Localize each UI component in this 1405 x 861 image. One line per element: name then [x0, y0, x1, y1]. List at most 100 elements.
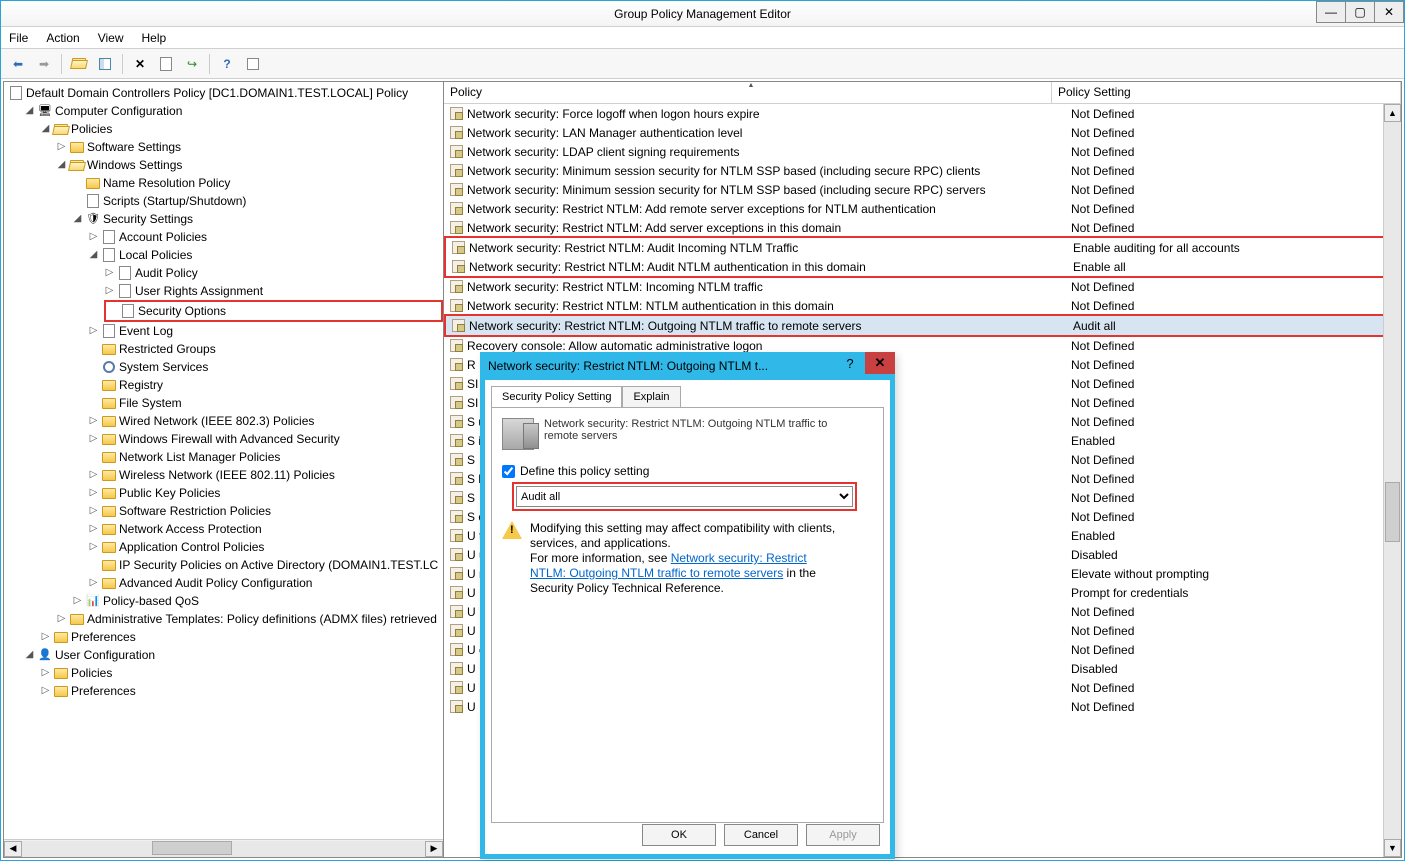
- show-hide-tree-button[interactable]: [94, 53, 116, 75]
- tree-preferences[interactable]: ▷Preferences: [40, 628, 443, 646]
- tree[interactable]: Default Domain Controllers Policy [DC1.D…: [4, 82, 443, 839]
- tree-windows-firewall[interactable]: ▷Windows Firewall with Advanced Security: [88, 430, 443, 448]
- collapse-icon[interactable]: ◢: [24, 650, 35, 661]
- titlebar[interactable]: Group Policy Management Editor — ▢ ✕: [1, 1, 1404, 27]
- tree-advanced-audit[interactable]: ▷Advanced Audit Policy Configuration: [88, 574, 443, 592]
- tab-security-policy-setting[interactable]: Security Policy Setting: [491, 386, 622, 407]
- scroll-track[interactable]: [22, 841, 425, 857]
- list-row[interactable]: Network security: Minimum session securi…: [444, 161, 1401, 180]
- cancel-button[interactable]: Cancel: [724, 824, 798, 846]
- maximize-button[interactable]: ▢: [1345, 1, 1375, 23]
- dialog-titlebar[interactable]: Network security: Restrict NTLM: Outgoin…: [480, 352, 895, 380]
- close-button[interactable]: ✕: [1374, 1, 1404, 23]
- scroll-right-button[interactable]: ▶: [425, 841, 443, 857]
- tree-event-log[interactable]: ▷Event Log: [88, 322, 443, 340]
- tree-account-policies[interactable]: ▷Account Policies: [88, 228, 443, 246]
- tree-policy-based-qos[interactable]: ▷📊Policy-based QoS: [72, 592, 443, 610]
- menu-action[interactable]: Action: [46, 31, 79, 45]
- expand-icon[interactable]: ▷: [56, 142, 67, 153]
- dialog-help-button[interactable]: ?: [835, 352, 865, 374]
- menu-file[interactable]: File: [9, 31, 28, 45]
- minimize-button[interactable]: —: [1316, 1, 1346, 23]
- list-row[interactable]: Network security: Restrict NTLM: NTLM au…: [444, 296, 1401, 315]
- tree-file-system[interactable]: File System: [88, 394, 443, 412]
- tree-security-settings[interactable]: ◢🛡Security Settings: [72, 210, 443, 228]
- list-row[interactable]: Network security: LDAP client signing re…: [444, 142, 1401, 161]
- list-row[interactable]: Network security: Restrict NTLM: Audit I…: [446, 238, 1389, 257]
- collapse-icon[interactable]: ◢: [40, 124, 51, 135]
- help-button[interactable]: ?: [216, 53, 238, 75]
- properties-button[interactable]: [155, 53, 177, 75]
- list-row[interactable]: Network security: Restrict NTLM: Add rem…: [444, 199, 1401, 218]
- tree-computer-configuration[interactable]: ◢🖥Computer Configuration: [24, 102, 443, 120]
- filter-button[interactable]: [242, 53, 264, 75]
- tree-system-services[interactable]: System Services: [88, 358, 443, 376]
- tree-user-policies[interactable]: ▷Policies: [40, 664, 443, 682]
- scroll-up-button[interactable]: ▲: [1384, 104, 1401, 122]
- scroll-track[interactable]: [1384, 122, 1401, 839]
- tree-name-resolution-policy[interactable]: Name Resolution Policy: [72, 174, 443, 192]
- expand-icon[interactable]: ▷: [88, 488, 99, 499]
- tree-registry[interactable]: Registry: [88, 376, 443, 394]
- policy-value-select[interactable]: Audit all: [516, 486, 853, 507]
- menu-view[interactable]: View: [98, 31, 124, 45]
- tree-security-options[interactable]: Security Options: [104, 300, 443, 322]
- define-policy-checkbox[interactable]: [502, 465, 515, 478]
- tree-scripts[interactable]: Scripts (Startup/Shutdown): [72, 192, 443, 210]
- list-row[interactable]: Network security: Restrict NTLM: Incomin…: [444, 277, 1401, 296]
- tree-network-access-protection[interactable]: ▷Network Access Protection: [88, 520, 443, 538]
- tree-user-configuration[interactable]: ◢👤User Configuration: [24, 646, 443, 664]
- list-row[interactable]: Network security: LAN Manager authentica…: [444, 123, 1401, 142]
- expand-icon[interactable]: ▷: [88, 434, 99, 445]
- tree-ip-security-policies[interactable]: IP Security Policies on Active Directory…: [88, 556, 443, 574]
- tree-user-preferences[interactable]: ▷Preferences: [40, 682, 443, 700]
- tree-windows-settings[interactable]: ◢Windows Settings: [56, 156, 443, 174]
- expand-icon[interactable]: ▷: [56, 614, 67, 625]
- forward-button[interactable]: ➡: [33, 53, 55, 75]
- collapse-icon[interactable]: ◢: [88, 250, 99, 261]
- tree-software-restriction[interactable]: ▷Software Restriction Policies: [88, 502, 443, 520]
- expand-icon[interactable]: ▷: [40, 668, 51, 679]
- ok-button[interactable]: OK: [642, 824, 716, 846]
- dialog-close-button[interactable]: ✕: [865, 352, 895, 374]
- tree-policies[interactable]: ◢Policies: [40, 120, 443, 138]
- column-policy-setting[interactable]: Policy Setting: [1052, 82, 1401, 103]
- tree-software-settings[interactable]: ▷Software Settings: [56, 138, 443, 156]
- expand-icon[interactable]: ▷: [104, 286, 115, 297]
- back-button[interactable]: ⬅: [7, 53, 29, 75]
- tree-wireless-network[interactable]: ▷Wireless Network (IEEE 802.11) Policies: [88, 466, 443, 484]
- column-policy[interactable]: Policy▲: [444, 82, 1052, 103]
- delete-button[interactable]: ✕: [129, 53, 151, 75]
- scroll-left-button[interactable]: ◀: [4, 841, 22, 857]
- expand-icon[interactable]: ▷: [88, 524, 99, 535]
- expand-icon[interactable]: ▷: [104, 268, 115, 279]
- tree-application-control[interactable]: ▷Application Control Policies: [88, 538, 443, 556]
- list-row[interactable]: Network security: Minimum session securi…: [444, 180, 1401, 199]
- collapse-icon[interactable]: ◢: [24, 106, 35, 117]
- scroll-down-button[interactable]: ▼: [1384, 839, 1401, 857]
- expand-icon[interactable]: ▷: [40, 686, 51, 697]
- tree-restricted-groups[interactable]: Restricted Groups: [88, 340, 443, 358]
- expand-icon[interactable]: ▷: [88, 506, 99, 517]
- export-button[interactable]: ↪: [181, 53, 203, 75]
- expand-icon[interactable]: ▷: [88, 542, 99, 553]
- list-row[interactable]: Network security: Force logoff when logo…: [444, 104, 1401, 123]
- expand-icon[interactable]: ▷: [40, 632, 51, 643]
- scroll-thumb[interactable]: [1385, 482, 1400, 542]
- tab-explain[interactable]: Explain: [622, 386, 680, 407]
- up-button[interactable]: [68, 53, 90, 75]
- tree-administrative-templates[interactable]: ▷Administrative Templates: Policy defini…: [56, 610, 443, 628]
- tree-user-rights-assignment[interactable]: ▷User Rights Assignment: [104, 282, 443, 300]
- expand-icon[interactable]: ▷: [72, 596, 83, 607]
- tree-root[interactable]: Default Domain Controllers Policy [DC1.D…: [8, 84, 443, 102]
- apply-button[interactable]: Apply: [806, 824, 880, 846]
- collapse-icon[interactable]: ◢: [56, 160, 67, 171]
- list-row[interactable]: Network security: Restrict NTLM: Add ser…: [444, 218, 1401, 237]
- tree-wired-network[interactable]: ▷Wired Network (IEEE 802.3) Policies: [88, 412, 443, 430]
- tree-network-list-manager[interactable]: Network List Manager Policies: [88, 448, 443, 466]
- expand-icon[interactable]: ▷: [88, 326, 99, 337]
- expand-icon[interactable]: ▷: [88, 416, 99, 427]
- collapse-icon[interactable]: ◢: [72, 214, 83, 225]
- list-row[interactable]: Network security: Restrict NTLM: Audit N…: [446, 257, 1389, 276]
- scroll-thumb[interactable]: [152, 841, 232, 855]
